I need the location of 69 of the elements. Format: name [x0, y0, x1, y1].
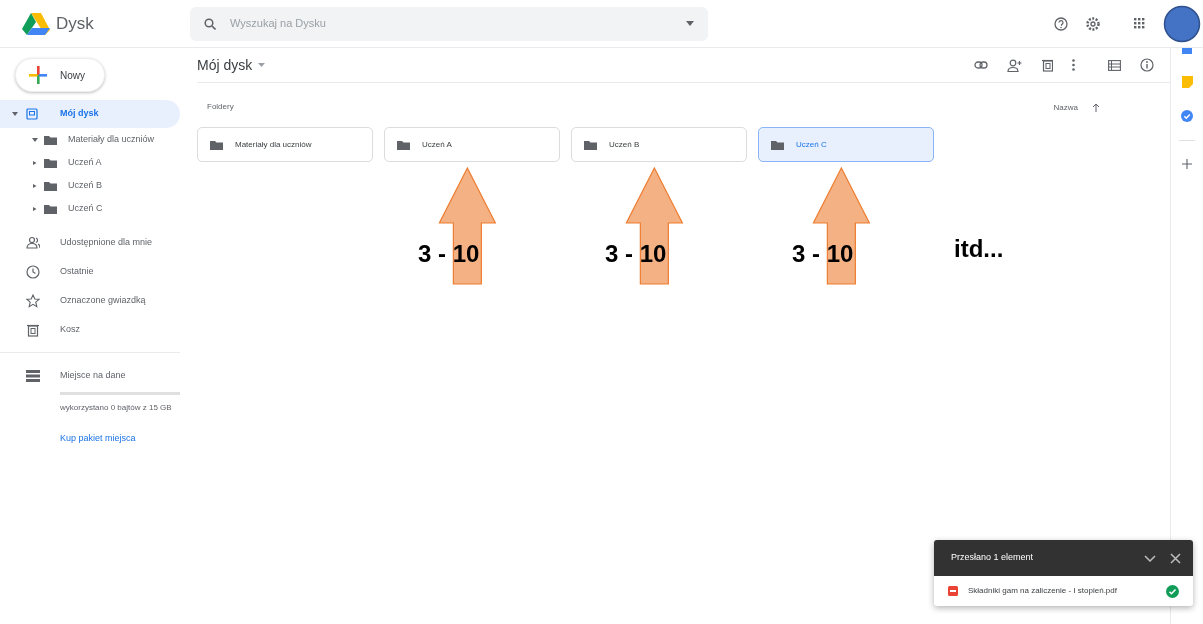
- sort-button[interactable]: Nazwa: [1053, 102, 1100, 112]
- new-button[interactable]: Nowy: [15, 58, 105, 92]
- storage-icon: [26, 369, 40, 382]
- annotation-label: 3 - 10: [792, 239, 854, 269]
- check-icon[interactable]: [1181, 110, 1193, 122]
- trash-icon[interactable]: [1041, 58, 1053, 72]
- info-icon[interactable]: [1140, 58, 1154, 72]
- caret-icon[interactable]: [686, 21, 694, 26]
- link-icon[interactable]: [974, 61, 988, 69]
- caret-down-icon[interactable]: [12, 111, 18, 117]
- caret-right-icon[interactable]: [32, 182, 38, 189]
- add-person-icon[interactable]: [1007, 58, 1022, 72]
- sidebar-item[interactable]: Oznaczone gwiazdką: [0, 286, 190, 315]
- annotation-label: 3 - 10: [605, 239, 667, 269]
- drive-icon: [26, 108, 38, 120]
- folder-icon: [44, 134, 58, 145]
- avatar[interactable]: [1163, 4, 1201, 43]
- sidebar-item[interactable]: Ostatnie: [0, 257, 190, 286]
- caret-right-icon[interactable]: [32, 205, 38, 212]
- tree-item[interactable]: Uczeń B: [0, 174, 190, 197]
- folder-icon: [44, 157, 58, 168]
- apps-icon[interactable]: [1134, 18, 1145, 29]
- trash-icon: [26, 322, 40, 337]
- folder-card[interactable]: Uczeń C: [758, 127, 934, 162]
- folder-icon: [44, 180, 58, 191]
- clock-icon: [26, 264, 40, 279]
- star-icon: [26, 293, 40, 308]
- app-name: Dysk: [56, 12, 94, 35]
- tree-item[interactable]: Uczeń A: [0, 151, 190, 174]
- folder-icon: [210, 139, 223, 150]
- folder-icon: [584, 139, 597, 150]
- pdf-icon: [948, 586, 958, 596]
- folder-card[interactable]: Uczeń B: [571, 127, 747, 162]
- search-icon: [204, 17, 216, 30]
- caret-down-icon[interactable]: [32, 136, 38, 143]
- close-icon[interactable]: [1170, 552, 1181, 564]
- plus-icon: [28, 65, 48, 85]
- upload-title: Przesłano 1 element: [951, 551, 1034, 565]
- storage-label: Miejsce na dane: [60, 368, 126, 382]
- page-title[interactable]: Mój dysk: [197, 57, 266, 73]
- arrow-up-icon: [1092, 102, 1100, 112]
- buy-storage-link[interactable]: Kup pakiet miejsca: [0, 431, 136, 446]
- caret-right-icon[interactable]: [32, 159, 38, 166]
- tree-item[interactable]: Materiały dla uczniów: [0, 128, 190, 151]
- folder-card[interactable]: Uczeń A: [384, 127, 560, 162]
- more-icon[interactable]: [1072, 59, 1075, 71]
- chevron-down-icon[interactable]: [1144, 554, 1156, 562]
- search-input[interactable]: Wyszukaj na Dysku: [228, 14, 674, 33]
- sidebar-item[interactable]: Mój dysk: [0, 100, 180, 128]
- people-icon: [26, 235, 40, 250]
- folder-icon: [771, 139, 784, 150]
- tree-item[interactable]: Uczeń C: [0, 197, 190, 220]
- caret-icon: [258, 63, 266, 67]
- folder-icon: [397, 139, 410, 150]
- storage-usage: wykorzystano 0 bajtów z 15 GB: [59, 403, 173, 414]
- plus-icon[interactable]: [1182, 159, 1192, 169]
- folder-card[interactable]: Materiały dla uczniów: [197, 127, 373, 162]
- help-icon[interactable]: [1054, 16, 1068, 31]
- sidebar-item[interactable]: Udostępnione dla mnie: [0, 228, 190, 257]
- file-name: Składniki gam na zaliczenie - I stopień.pdf: [968, 585, 1117, 597]
- drive-logo: [22, 11, 50, 36]
- annotation-label: 3 - 10: [418, 239, 480, 269]
- annotation-label: itd...: [954, 234, 1004, 264]
- sidebar-item[interactable]: Kosz: [0, 315, 190, 344]
- search-field[interactable]: Wyszukaj na Dysku: [190, 6, 708, 41]
- settings-icon[interactable]: [1086, 16, 1100, 31]
- list-view-icon[interactable]: [1108, 59, 1121, 71]
- folder-icon: [44, 203, 58, 214]
- section-heading: Foldery: [207, 101, 234, 113]
